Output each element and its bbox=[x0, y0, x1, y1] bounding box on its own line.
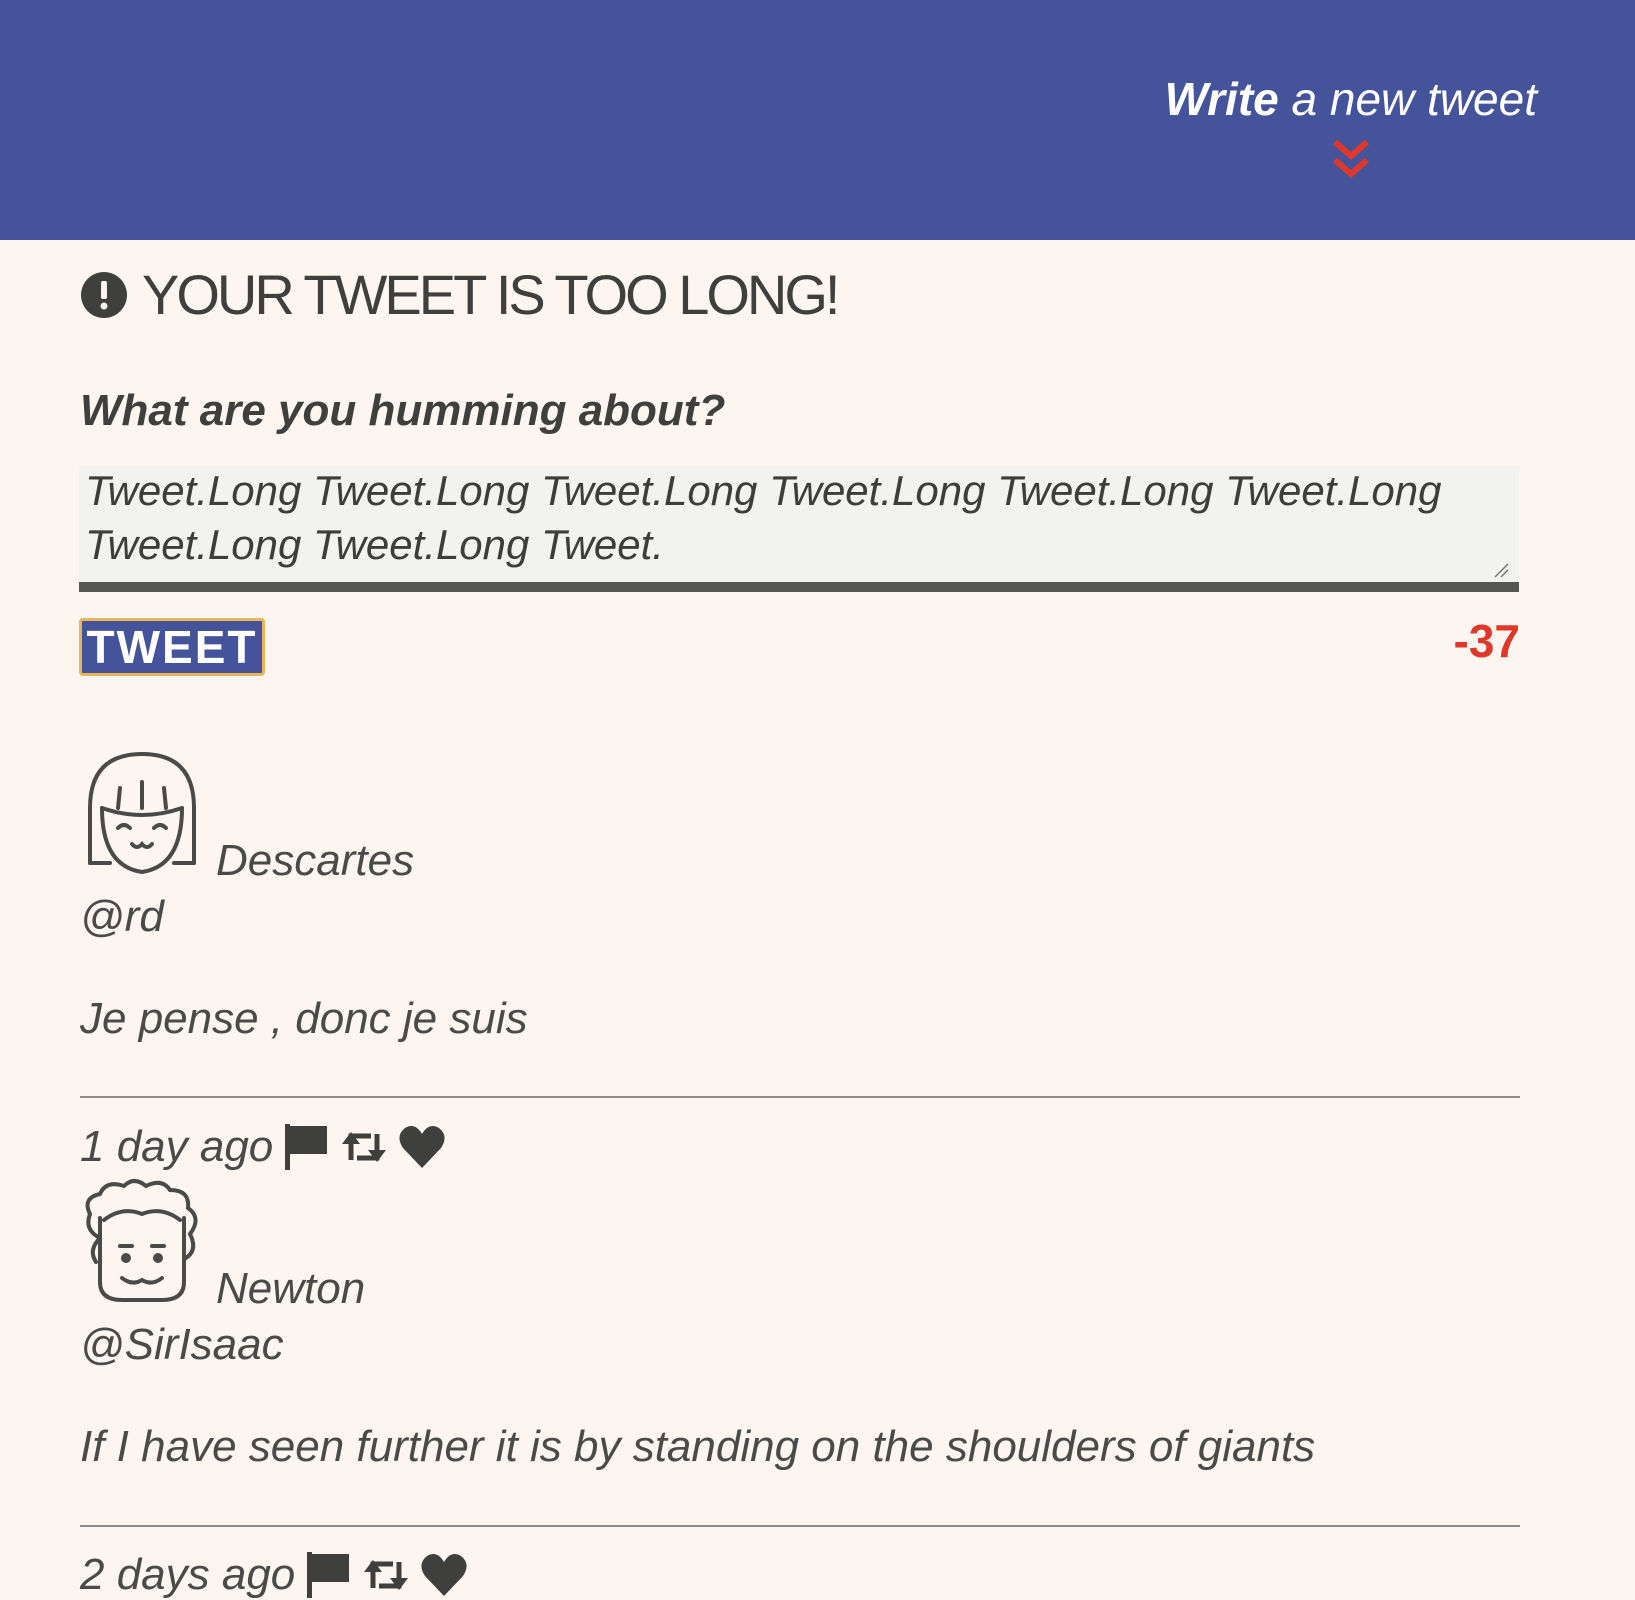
flag-icon[interactable] bbox=[303, 1550, 353, 1600]
char-counter: -37 bbox=[1453, 615, 1520, 667]
tweet-author-handle[interactable]: @rd bbox=[80, 892, 164, 942]
compose-rest-text: a new tweet bbox=[1278, 73, 1538, 125]
retweet-icon[interactable] bbox=[339, 1122, 389, 1172]
composer-prompt-label: What are you humming about? bbox=[80, 386, 726, 435]
tweet-age: 1 day ago bbox=[80, 1122, 274, 1171]
curly-hair-avatar-icon bbox=[85, 1179, 198, 1302]
girl-avatar-icon bbox=[88, 751, 196, 875]
tweet-author-name[interactable]: Descartes bbox=[216, 836, 414, 886]
tweet-text: Je pense , donc je suis bbox=[80, 994, 528, 1043]
tweet-author-handle[interactable]: @SirIsaac bbox=[80, 1320, 284, 1370]
heart-icon[interactable] bbox=[419, 1550, 469, 1600]
tweet-divider bbox=[80, 1525, 1520, 1527]
tweet-author-name[interactable]: Newton bbox=[216, 1264, 365, 1314]
error-message: YOUR TWEET IS TOO LONG! bbox=[142, 263, 840, 326]
tweet-submit-button[interactable]: TWEET bbox=[79, 618, 265, 676]
heart-icon[interactable] bbox=[397, 1122, 447, 1172]
tweet-meta-row: 1 day ago bbox=[80, 1122, 447, 1172]
tweet-divider bbox=[80, 1096, 1520, 1098]
compose-toggle-link[interactable]: Write a new tweet bbox=[1165, 72, 1537, 182]
flag-icon[interactable] bbox=[281, 1122, 331, 1172]
compose-strong-text: Write bbox=[1164, 73, 1279, 125]
exclamation-circle-icon bbox=[81, 271, 127, 318]
top-header: Write a new tweet bbox=[0, 0, 1635, 240]
tweet-text: If I have seen further it is by standing… bbox=[80, 1422, 1316, 1471]
double-chevron-down-icon[interactable] bbox=[1331, 136, 1371, 182]
tweet-meta-row: 2 days ago bbox=[80, 1550, 469, 1600]
retweet-icon[interactable] bbox=[361, 1550, 411, 1600]
resize-grip-icon[interactable] bbox=[1493, 562, 1509, 578]
tweet-age: 2 days ago bbox=[80, 1550, 296, 1599]
tweet-textarea[interactable]: Tweet.Long Tweet.Long Tweet.Long Tweet.L… bbox=[79, 466, 1519, 592]
tweet-textarea-value[interactable]: Tweet.Long Tweet.Long Tweet.Long Tweet.L… bbox=[85, 466, 1499, 572]
error-banner: YOUR TWEET IS TOO LONG! bbox=[80, 262, 840, 327]
